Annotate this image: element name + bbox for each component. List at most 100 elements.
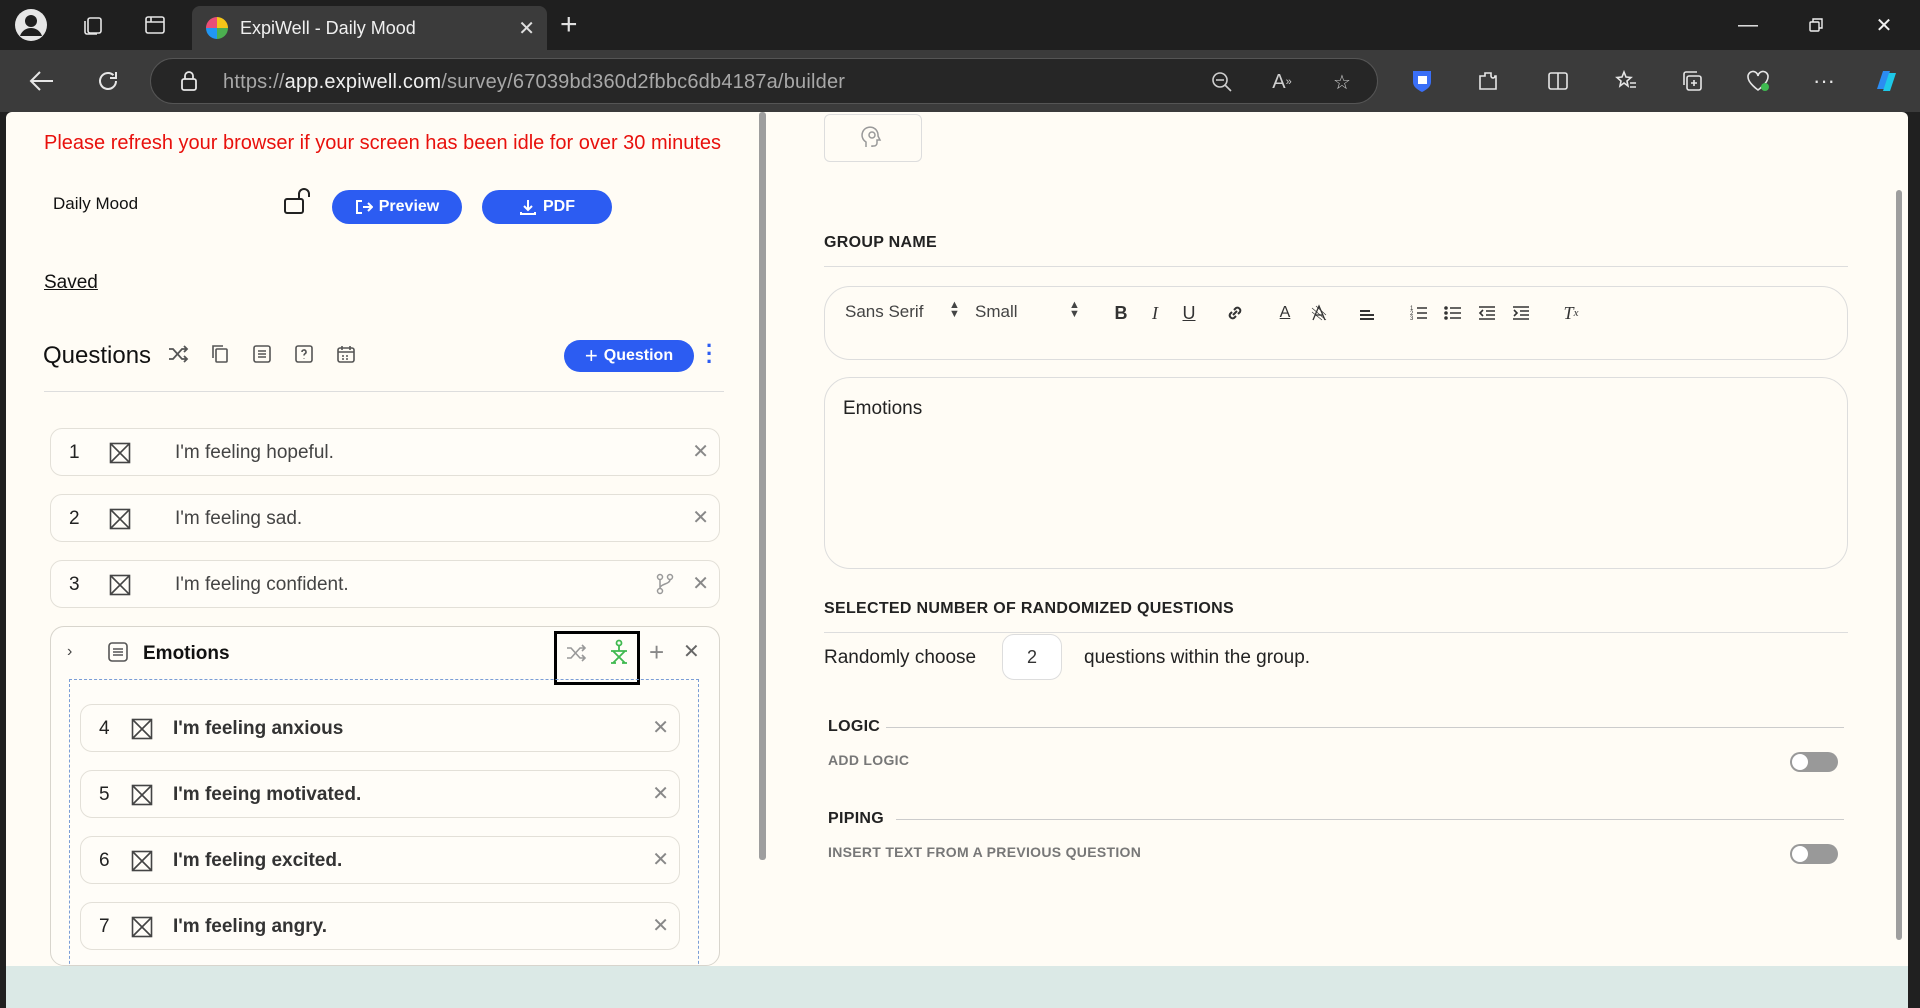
url-text[interactable]: https://app.expiwell.com/survey/67039bd3… [223, 71, 845, 94]
group-title: Emotions [143, 643, 230, 664]
panel-resize-handle[interactable] [759, 112, 766, 860]
extensions-icon[interactable] [1470, 63, 1506, 99]
address-bar[interactable]: https://app.expiwell.com/survey/67039bd3… [150, 58, 1378, 104]
add-question-button[interactable]: + Question [564, 340, 694, 372]
indent-icon[interactable] [1509, 301, 1533, 325]
add-to-group-icon[interactable]: + [649, 637, 664, 668]
group-question-card[interactable]: 6 I'm feeling excited. ✕ [80, 836, 680, 884]
delete-question-icon[interactable]: ✕ [652, 715, 669, 740]
lock-icon[interactable] [179, 70, 199, 97]
favorites-icon[interactable] [1608, 63, 1644, 99]
group-name-label: GROUP NAME [824, 234, 937, 251]
saved-status[interactable]: Saved [44, 272, 98, 294]
ai-assist-button[interactable] [824, 114, 922, 162]
preview-button[interactable]: Preview [332, 190, 462, 224]
bitwarden-icon[interactable] [1404, 63, 1440, 99]
calendar-icon[interactable] [334, 342, 358, 366]
font-family-select[interactable]: Sans Serif [845, 302, 923, 322]
delete-question-icon[interactable]: ✕ [692, 439, 709, 464]
question-card[interactable]: 1 I'm feeling hopeful. ✕ [50, 428, 720, 476]
minimize-icon[interactable]: — [1728, 8, 1768, 42]
randomly-choose-text: Randomly choose [824, 647, 977, 668]
text-block-icon[interactable] [250, 342, 274, 366]
delete-question-icon[interactable]: ✕ [652, 781, 669, 806]
question-text: I'm feeling angry. [173, 916, 328, 937]
pdf-button[interactable]: PDF [482, 190, 612, 224]
more-vertical-icon[interactable]: · · · [706, 335, 714, 373]
checkbox-cross-icon [131, 916, 153, 943]
right-scrollbar[interactable] [1896, 190, 1902, 940]
question-number: 7 [99, 916, 110, 937]
outdent-icon[interactable] [1475, 301, 1499, 325]
profile-icon[interactable] [14, 8, 48, 42]
delete-group-icon[interactable]: ✕ [683, 639, 700, 664]
group-shuffle-icon[interactable] [565, 643, 587, 668]
bold-icon[interactable]: B [1109, 301, 1133, 325]
question-number: 6 [99, 850, 110, 871]
copilot-icon[interactable] [1868, 63, 1904, 99]
restore-icon[interactable] [1796, 8, 1836, 42]
link-icon[interactable] [1223, 301, 1247, 325]
rich-text-toolbar: Sans Serif ▲ ▼ Small ▲ ▼ B I U A 123 Tx [824, 286, 1848, 360]
tab-actions-icon[interactable] [138, 8, 172, 42]
questions-within-group-text: questions within the group. [1084, 647, 1311, 668]
delete-question-icon[interactable]: ✕ [692, 505, 709, 530]
help-question-icon[interactable] [292, 342, 316, 366]
workspaces-icon[interactable] [76, 8, 110, 42]
delete-question-icon[interactable]: ✕ [652, 913, 669, 938]
add-logic-toggle[interactable] [1790, 752, 1838, 772]
group-question-card[interactable]: 7 I'm feeling angry. ✕ [80, 902, 680, 950]
close-window-icon[interactable]: ✕ [1864, 8, 1904, 42]
copy-icon[interactable] [208, 342, 232, 366]
piping-sub-label: INSERT TEXT FROM A PREVIOUS QUESTION [828, 844, 1142, 860]
clear-format-icon[interactable]: Tx [1559, 301, 1583, 325]
more-options-icon[interactable]: ··· [1806, 63, 1842, 99]
chevron-right-icon[interactable]: › [67, 643, 72, 661]
performance-heart-icon[interactable] [1740, 63, 1776, 99]
align-icon[interactable] [1355, 301, 1379, 325]
randomized-count-input[interactable]: 2 [1002, 634, 1062, 680]
zoom-icon[interactable] [1207, 69, 1237, 95]
group-question-card[interactable]: 5 I'm feeing motivated. ✕ [80, 770, 680, 818]
font-size-select[interactable]: Small [975, 302, 1018, 322]
randomized-label: SELECTED NUMBER OF RANDOMIZED QUESTIONS [824, 600, 1234, 617]
delete-question-icon[interactable]: ✕ [652, 847, 669, 872]
group-drop-zone: 4 I'm feeling anxious ✕ 5 I'm feeing mot… [69, 679, 699, 979]
browser-tab[interactable]: ExpiWell - Daily Mood ✕ [192, 6, 547, 50]
italic-icon[interactable]: I [1143, 301, 1167, 325]
branch-logic-icon[interactable] [655, 573, 675, 600]
question-text: I'm feeling sad. [175, 508, 303, 529]
group-text-block-icon [107, 641, 129, 668]
randomize-questions-icon[interactable] [607, 639, 631, 672]
group-name-editor[interactable]: Emotions [824, 377, 1848, 569]
logic-label: LOGIC [828, 718, 881, 735]
tab-close-icon[interactable]: ✕ [518, 16, 535, 41]
questions-title: Questions [43, 342, 152, 369]
survey-name: Daily Mood [53, 194, 139, 213]
piping-toggle[interactable] [1790, 844, 1838, 864]
text-color-icon[interactable]: A [1273, 301, 1297, 325]
question-card[interactable]: 3 I'm feeling confident. ✕ [50, 560, 720, 608]
refresh-icon[interactable] [90, 63, 126, 99]
collections-icon[interactable] [1674, 63, 1710, 99]
group-name-text[interactable]: Emotions [843, 398, 922, 420]
expiwell-favicon-icon [206, 17, 228, 39]
background-color-icon[interactable] [1307, 301, 1331, 325]
bullet-list-icon[interactable] [1441, 301, 1465, 325]
shuffle-icon[interactable] [166, 342, 190, 366]
split-screen-icon[interactable] [1540, 63, 1576, 99]
ordered-list-icon[interactable]: 123 [1407, 301, 1431, 325]
read-aloud-icon[interactable]: A» [1267, 69, 1297, 95]
underline-icon[interactable]: U [1177, 301, 1201, 325]
back-icon[interactable] [24, 63, 60, 99]
favorite-star-icon[interactable]: ☆ [1327, 69, 1357, 95]
checkbox-cross-icon [131, 850, 153, 877]
delete-question-icon[interactable]: ✕ [692, 571, 709, 596]
new-tab-icon[interactable]: + [560, 8, 578, 42]
unlock-icon[interactable] [282, 186, 312, 221]
question-number: 1 [69, 442, 80, 463]
browser-titlebar: ExpiWell - Daily Mood ✕ + — ✕ [0, 0, 1920, 50]
group-question-card[interactable]: 4 I'm feeling anxious ✕ [80, 704, 680, 752]
question-card[interactable]: 2 I'm feeling sad. ✕ [50, 494, 720, 542]
question-group: › Emotions + ✕ 4 I'm feeling anxious ✕ 5… [50, 626, 720, 979]
